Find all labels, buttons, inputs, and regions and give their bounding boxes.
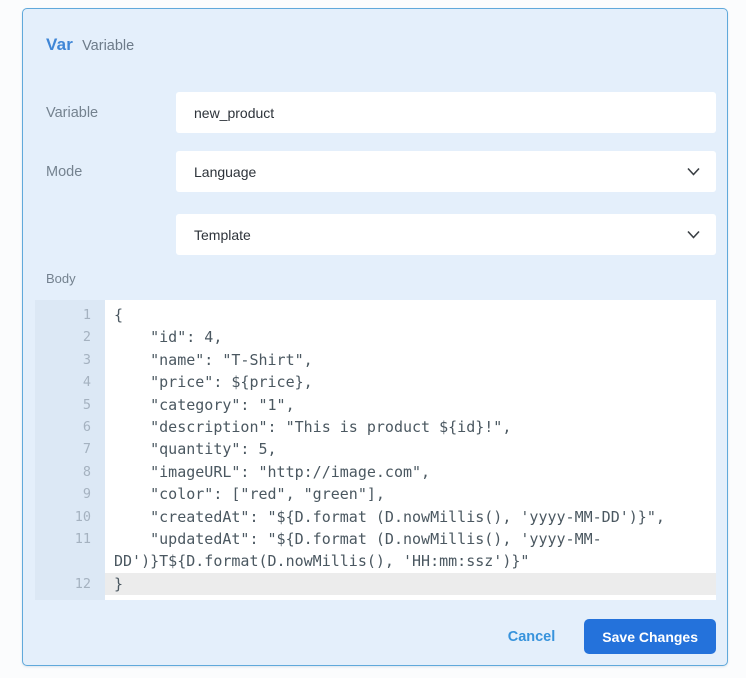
editor-row: 8 "imageURL": "http://image.com", bbox=[35, 461, 716, 483]
line-number: 7 bbox=[35, 438, 105, 460]
editor-row: DD')}T${D.format(D.nowMillis(), 'HH:mm:s… bbox=[35, 550, 716, 572]
code-line: DD')}T${D.format(D.nowMillis(), 'HH:mm:s… bbox=[105, 550, 716, 572]
line-number: 8 bbox=[35, 461, 105, 483]
code-line: { bbox=[105, 304, 716, 326]
editor-rows: 1{2 "id": 4,3 "name": "T-Shirt",4 "price… bbox=[35, 304, 716, 595]
code-line: } bbox=[105, 573, 716, 595]
line-number: 10 bbox=[35, 506, 105, 528]
line-number: 4 bbox=[35, 371, 105, 393]
line-number: 11 bbox=[35, 528, 105, 550]
var-badge: Var bbox=[46, 35, 73, 55]
body-label: Body bbox=[35, 271, 716, 287]
code-line: "createdAt": "${D.format (D.nowMillis(),… bbox=[105, 506, 716, 528]
save-changes-button[interactable]: Save Changes bbox=[584, 619, 716, 654]
chevron-down-icon bbox=[687, 230, 700, 239]
editor-row: 2 "id": 4, bbox=[35, 326, 716, 348]
cancel-button[interactable]: Cancel bbox=[508, 629, 556, 645]
line-number: 1 bbox=[35, 304, 105, 326]
line-number: 12 bbox=[35, 573, 105, 595]
code-line: "color": ["red", "green"], bbox=[105, 483, 716, 505]
dialog-footer: Cancel Save Changes bbox=[35, 619, 716, 654]
line-number: 9 bbox=[35, 483, 105, 505]
code-line: "name": "T-Shirt", bbox=[105, 349, 716, 371]
variable-row: Variable new_product bbox=[35, 92, 716, 133]
dialog-header: Var Variable bbox=[35, 35, 716, 57]
code-line: "description": "This is product ${id}!", bbox=[105, 416, 716, 438]
line-number: 6 bbox=[35, 416, 105, 438]
editor-row: 10 "createdAt": "${D.format (D.nowMillis… bbox=[35, 506, 716, 528]
template-row: Template bbox=[35, 214, 716, 255]
editor-row: 11 "updatedAt": "${D.format (D.nowMillis… bbox=[35, 528, 716, 550]
variable-dialog: Var Variable Variable new_product Mode L… bbox=[22, 8, 728, 666]
editor-row: 4 "price": ${price}, bbox=[35, 371, 716, 393]
editor-row: 9 "color": ["red", "green"], bbox=[35, 483, 716, 505]
mode-label: Mode bbox=[35, 164, 176, 180]
mode-select-value: Language bbox=[194, 164, 256, 180]
editor-row: 12} bbox=[35, 573, 716, 595]
dialog-title: Variable bbox=[82, 38, 134, 54]
editor-row: 5 "category": "1", bbox=[35, 394, 716, 416]
editor-row: 3 "name": "T-Shirt", bbox=[35, 349, 716, 371]
body-code-editor[interactable]: 1{2 "id": 4,3 "name": "T-Shirt",4 "price… bbox=[35, 300, 716, 600]
mode-row: Mode Language bbox=[35, 151, 716, 192]
chevron-down-icon bbox=[687, 167, 700, 176]
template-select-value: Template bbox=[194, 227, 251, 243]
code-line: "id": 4, bbox=[105, 326, 716, 348]
editor-row: 7 "quantity": 5, bbox=[35, 438, 716, 460]
line-number: 5 bbox=[35, 394, 105, 416]
editor-row: 6 "description": "This is product ${id}!… bbox=[35, 416, 716, 438]
template-select[interactable]: Template bbox=[176, 214, 716, 255]
code-line: "updatedAt": "${D.format (D.nowMillis(),… bbox=[105, 528, 716, 550]
code-line: "price": ${price}, bbox=[105, 371, 716, 393]
code-line: "imageURL": "http://image.com", bbox=[105, 461, 716, 483]
variable-input[interactable]: new_product bbox=[176, 92, 716, 133]
mode-select[interactable]: Language bbox=[176, 151, 716, 192]
variable-label: Variable bbox=[35, 105, 176, 121]
code-line: "quantity": 5, bbox=[105, 438, 716, 460]
variable-input-value: new_product bbox=[194, 105, 274, 121]
editor-row: 1{ bbox=[35, 304, 716, 326]
line-number: 2 bbox=[35, 326, 105, 348]
line-number: 3 bbox=[35, 349, 105, 371]
line-number bbox=[35, 550, 105, 572]
code-line: "category": "1", bbox=[105, 394, 716, 416]
